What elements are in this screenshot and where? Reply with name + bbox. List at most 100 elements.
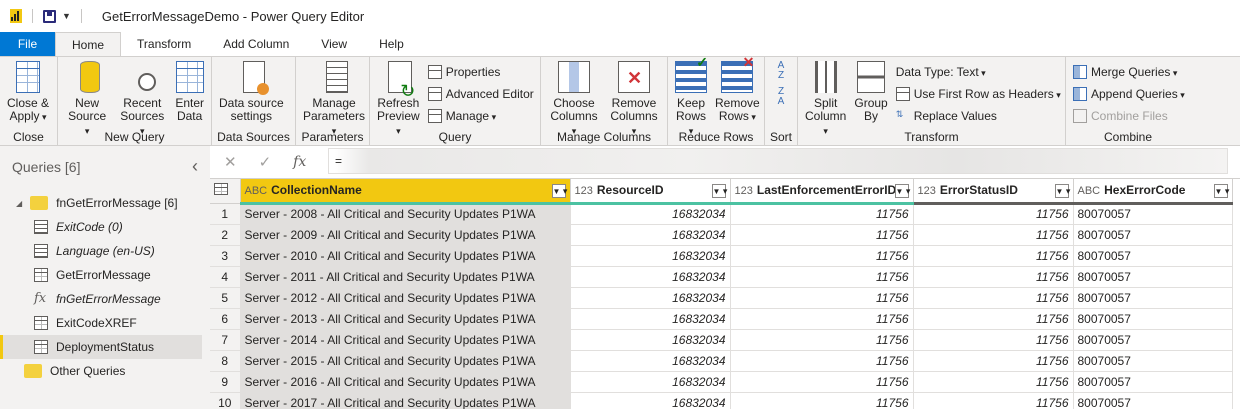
- cell-errorstatusid[interactable]: 11756: [913, 266, 1074, 288]
- row-number[interactable]: 6: [210, 308, 241, 330]
- tab-transform[interactable]: Transform: [121, 32, 207, 56]
- cell-hexerrorcode[interactable]: 80070057: [1073, 203, 1233, 225]
- query-group-other-queries[interactable]: Other Queries: [0, 359, 210, 383]
- confirm-formula-icon[interactable]: ✓: [259, 153, 272, 171]
- number-type-icon[interactable]: 123: [918, 185, 936, 197]
- use-first-row-as-headers-button[interactable]: Use First Row as Headers: [895, 85, 1061, 103]
- cell-collectionname[interactable]: Server - 2015 - All Critical and Securit…: [240, 350, 571, 372]
- insert-function-icon[interactable]: fx: [293, 154, 306, 170]
- number-type-icon[interactable]: 123: [575, 185, 593, 197]
- cell-errorstatusid[interactable]: 11756: [913, 203, 1074, 225]
- cell-resourceid[interactable]: 16832034: [570, 224, 731, 246]
- row-number[interactable]: 5: [210, 287, 241, 309]
- cell-errorstatusid[interactable]: 11756: [913, 245, 1074, 267]
- row-number[interactable]: 1: [210, 203, 241, 225]
- cell-errorstatusid[interactable]: 11756: [913, 392, 1074, 409]
- cell-errorstatusid[interactable]: 11756: [913, 224, 1074, 246]
- filter-dropdown-icon[interactable]: ▼: [711, 184, 726, 198]
- cell-errorstatusid[interactable]: 11756: [913, 371, 1074, 393]
- cell-collectionname[interactable]: Server - 2016 - All Critical and Securit…: [240, 371, 571, 393]
- cell-hexerrorcode[interactable]: 80070057: [1073, 245, 1233, 267]
- tab-help[interactable]: Help: [363, 32, 420, 56]
- cell-lastenforcementerrorid[interactable]: 11756: [730, 287, 914, 309]
- column-header-resourceid[interactable]: 123 ResourceID ▼: [570, 179, 731, 205]
- sort-ascending-icon[interactable]: A Z: [774, 61, 788, 81]
- column-header-lastenforcementerrorid[interactable]: 123 LastEnforcementErrorID ▼: [730, 179, 914, 205]
- cell-resourceid[interactable]: 16832034: [570, 308, 731, 330]
- data-type-dropdown[interactable]: Data Type: Text: [896, 63, 1061, 81]
- text-type-icon[interactable]: ABC: [1078, 185, 1101, 197]
- cell-resourceid[interactable]: 16832034: [570, 245, 731, 267]
- row-number[interactable]: 7: [210, 329, 241, 351]
- cell-errorstatusid[interactable]: 11756: [913, 350, 1074, 372]
- cell-lastenforcementerrorid[interactable]: 11756: [730, 371, 914, 393]
- tab-file[interactable]: File: [0, 32, 55, 56]
- query-group-fngeterrormessage[interactable]: ◢ fnGetErrorMessage [6]: [0, 191, 210, 215]
- row-number[interactable]: 9: [210, 371, 241, 393]
- customize-toolbar-chevron-icon[interactable]: ▼: [62, 11, 71, 21]
- cell-errorstatusid[interactable]: 11756: [913, 287, 1074, 309]
- cell-resourceid[interactable]: 16832034: [570, 371, 731, 393]
- query-item-language[interactable]: Language (en-US): [0, 239, 210, 263]
- cell-resourceid[interactable]: 16832034: [570, 329, 731, 351]
- replace-values-button[interactable]: ⇅ Replace Values: [896, 107, 1061, 125]
- cell-hexerrorcode[interactable]: 80070057: [1073, 392, 1233, 409]
- cell-errorstatusid[interactable]: 11756: [913, 308, 1074, 330]
- column-header-errorstatusid[interactable]: 123 ErrorStatusID ▼: [913, 179, 1074, 205]
- row-number[interactable]: 3: [210, 245, 241, 267]
- cell-hexerrorcode[interactable]: 80070057: [1073, 266, 1233, 288]
- cell-lastenforcementerrorid[interactable]: 11756: [730, 392, 914, 409]
- cell-lastenforcementerrorid[interactable]: 11756: [730, 245, 914, 267]
- cell-collectionname[interactable]: Server - 2017 - All Critical and Securit…: [240, 392, 571, 409]
- tab-home[interactable]: Home: [55, 32, 122, 56]
- manage-button[interactable]: Manage: [427, 107, 534, 125]
- cell-collectionname[interactable]: Server - 2011 - All Critical and Securit…: [240, 266, 571, 288]
- cell-lastenforcementerrorid[interactable]: 11756: [730, 329, 914, 351]
- filter-dropdown-icon[interactable]: ▼: [894, 184, 909, 198]
- query-item-geterrormessage[interactable]: GetErrorMessage: [0, 263, 210, 287]
- cell-collectionname[interactable]: Server - 2013 - All Critical and Securit…: [240, 308, 571, 330]
- cell-collectionname[interactable]: Server - 2014 - All Critical and Securit…: [240, 329, 571, 351]
- sort-descending-icon[interactable]: Z A: [774, 87, 788, 107]
- tab-add-column[interactable]: Add Column: [207, 32, 305, 56]
- filter-dropdown-icon[interactable]: ▼: [1213, 184, 1228, 198]
- row-number[interactable]: 4: [210, 266, 241, 288]
- table-menu-icon[interactable]: [210, 179, 241, 204]
- merge-queries-button[interactable]: Merge Queries: [1073, 63, 1185, 81]
- cell-resourceid[interactable]: 16832034: [570, 392, 731, 409]
- cell-lastenforcementerrorid[interactable]: 11756: [730, 203, 914, 225]
- cancel-formula-icon[interactable]: ✕: [224, 153, 237, 171]
- formula-input[interactable]: =: [328, 148, 1228, 174]
- cell-collectionname[interactable]: Server - 2008 - All Critical and Securit…: [240, 203, 571, 225]
- cell-resourceid[interactable]: 16832034: [570, 350, 731, 372]
- number-type-icon[interactable]: 123: [735, 185, 753, 197]
- properties-button[interactable]: Properties: [427, 63, 534, 81]
- query-item-exitcodexref[interactable]: ExitCodeXREF: [0, 311, 210, 335]
- row-number[interactable]: 8: [210, 350, 241, 372]
- cell-lastenforcementerrorid[interactable]: 11756: [730, 224, 914, 246]
- column-header-hexerrorcode[interactable]: ABC HexErrorCode ▼: [1073, 179, 1233, 205]
- cell-hexerrorcode[interactable]: 80070057: [1073, 329, 1233, 351]
- column-header-collectionname[interactable]: ABC CollectionName ▼: [240, 179, 571, 205]
- cell-lastenforcementerrorid[interactable]: 11756: [730, 308, 914, 330]
- cell-resourceid[interactable]: 16832034: [570, 266, 731, 288]
- row-number[interactable]: 10: [210, 392, 241, 409]
- tab-view[interactable]: View: [305, 32, 363, 56]
- expand-triangle-icon[interactable]: ◢: [16, 199, 22, 208]
- append-queries-button[interactable]: Append Queries: [1073, 85, 1185, 103]
- filter-dropdown-icon[interactable]: ▼: [1054, 184, 1069, 198]
- cell-errorstatusid[interactable]: 11756: [913, 329, 1074, 351]
- collapse-pane-icon[interactable]: ‹: [192, 156, 198, 177]
- advanced-editor-button[interactable]: Advanced Editor: [427, 85, 534, 103]
- cell-hexerrorcode[interactable]: 80070057: [1073, 308, 1233, 330]
- cell-lastenforcementerrorid[interactable]: 11756: [730, 266, 914, 288]
- cell-hexerrorcode[interactable]: 80070057: [1073, 287, 1233, 309]
- cell-collectionname[interactable]: Server - 2012 - All Critical and Securit…: [240, 287, 571, 309]
- text-type-icon[interactable]: ABC: [245, 185, 268, 197]
- cell-hexerrorcode[interactable]: 80070057: [1073, 371, 1233, 393]
- query-item-exitcode[interactable]: ExitCode (0): [0, 215, 210, 239]
- query-item-fngeterrormessage[interactable]: fx fnGetErrorMessage: [0, 287, 210, 311]
- cell-lastenforcementerrorid[interactable]: 11756: [730, 350, 914, 372]
- cell-hexerrorcode[interactable]: 80070057: [1073, 350, 1233, 372]
- cell-collectionname[interactable]: Server - 2010 - All Critical and Securit…: [240, 245, 571, 267]
